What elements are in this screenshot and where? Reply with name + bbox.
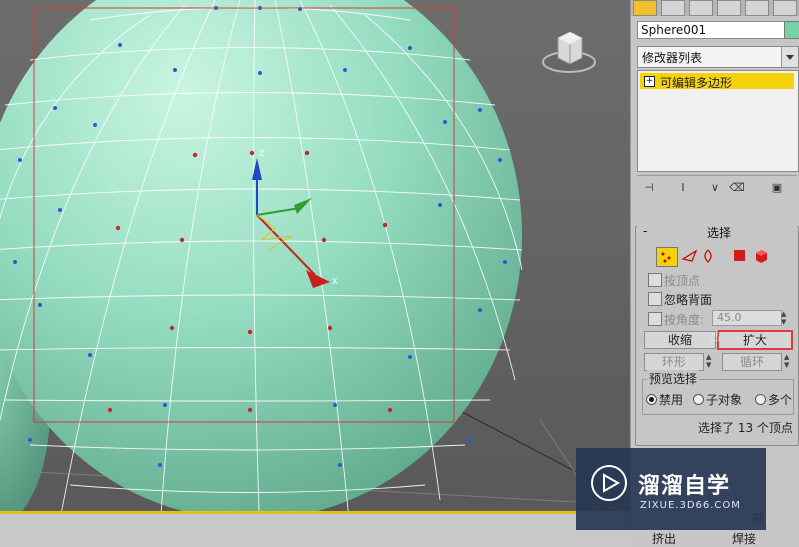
hand-cursor-icon: ☝	[710, 326, 720, 345]
border-mode-icon[interactable]	[700, 247, 720, 265]
loop-spinner-icon[interactable]: ▲ ▼	[784, 353, 794, 369]
angle-spinner-arrows[interactable]: ▲ ▼	[781, 310, 791, 326]
modifier-stack[interactable]: + 可编辑多边形	[637, 70, 799, 172]
ignore-backfacing-checkbox[interactable]	[648, 292, 662, 306]
create-tab-icon[interactable]	[633, 0, 657, 16]
stack-item-label: 可编辑多边形	[660, 76, 733, 90]
by-vertex-checkbox[interactable]	[648, 273, 662, 287]
shrink-button[interactable]: 收缩	[644, 331, 716, 349]
element-mode-icon[interactable]	[752, 247, 772, 265]
chevron-down-icon[interactable]	[781, 47, 798, 67]
preview-multi-radio[interactable]	[755, 394, 766, 405]
pin-stack-icon[interactable]: ⊣	[641, 180, 657, 196]
edit-geometry-buttons: 挤出 焊接 开	[630, 512, 799, 547]
grow-button[interactable]: 扩大	[717, 330, 793, 350]
object-color-swatch[interactable]	[784, 21, 799, 39]
rollout-title: 选择	[707, 226, 732, 240]
edge-mode-icon[interactable]	[680, 247, 700, 265]
loop-button[interactable]: 循环	[722, 353, 782, 371]
ring-button[interactable]: 环形	[644, 353, 704, 371]
utilities-tab-icon[interactable]	[773, 0, 797, 16]
watermark-url: ZIXUE.3D66.COM	[640, 500, 741, 511]
extrude-button[interactable]: 挤出	[652, 530, 676, 547]
command-panel-tabs	[631, 0, 799, 16]
polygon-mode-icon[interactable]	[730, 247, 750, 265]
vertex-mode-icon[interactable]	[656, 247, 678, 267]
configure-sets-icon[interactable]: ▣	[769, 180, 785, 196]
modifier-list-dropdown[interactable]: 修改器列表	[637, 46, 799, 68]
by-vertex-label: 按顶点	[664, 274, 701, 288]
modifier-list-label: 修改器列表	[642, 51, 703, 65]
watermark-logo: 溜溜自学 ZIXUE.3D66.COM	[576, 448, 766, 530]
hierarchy-tab-icon[interactable]	[689, 0, 713, 16]
sphere-mesh[interactable]: Z X	[0, 0, 630, 547]
svg-text:X: X	[332, 277, 338, 286]
ring-spinner-icon[interactable]: ▲ ▼	[706, 353, 716, 369]
object-name-field[interactable]: Sphere001	[637, 21, 785, 39]
weld-button[interactable]: 焊接	[732, 530, 756, 547]
ignore-backfacing-label: 忽略背面	[664, 293, 713, 307]
angle-spinner-field[interactable]: 45.0	[712, 310, 782, 326]
viewcube-icon[interactable]	[540, 20, 598, 78]
expand-icon[interactable]: +	[644, 76, 655, 87]
by-angle-label: 按角度:	[664, 313, 705, 327]
preview-selection-group: 预览选择 禁用 子对象 多个	[642, 370, 794, 415]
viewport-perspective[interactable]: Z X	[0, 0, 630, 547]
stack-item-editable-poly[interactable]: + 可编辑多边形	[640, 73, 794, 90]
play-logo-icon	[591, 465, 627, 501]
show-end-result-icon[interactable]: Ⅰ	[675, 180, 691, 196]
preview-selection-title: 预览选择	[647, 370, 700, 387]
preview-subobject-label: 子对象	[706, 393, 743, 407]
svg-text:Z: Z	[259, 149, 265, 158]
modify-tab-icon[interactable]	[661, 0, 685, 16]
stack-toolbar: ⊣ Ⅰ ∨ ⌫ ▣	[637, 175, 797, 198]
collapse-icon[interactable]: -	[643, 224, 647, 238]
display-tab-icon[interactable]	[745, 0, 769, 16]
preview-multi-label: 多个	[768, 393, 793, 407]
motion-tab-icon[interactable]	[717, 0, 741, 16]
make-unique-icon[interactable]: ∨	[707, 180, 723, 196]
selection-status-text: 选择了 13 个顶点	[698, 421, 793, 435]
remove-modifier-icon[interactable]: ⌫	[729, 180, 745, 196]
preview-disabled-label: 禁用	[659, 393, 684, 407]
rollout-header[interactable]: - 选择	[637, 224, 797, 240]
watermark-title: 溜溜自学	[638, 474, 731, 499]
by-angle-checkbox[interactable]	[648, 312, 662, 326]
preview-subobject-radio[interactable]	[693, 394, 704, 405]
timeline-bar[interactable]	[0, 511, 630, 547]
preview-disabled-radio[interactable]	[646, 394, 657, 405]
